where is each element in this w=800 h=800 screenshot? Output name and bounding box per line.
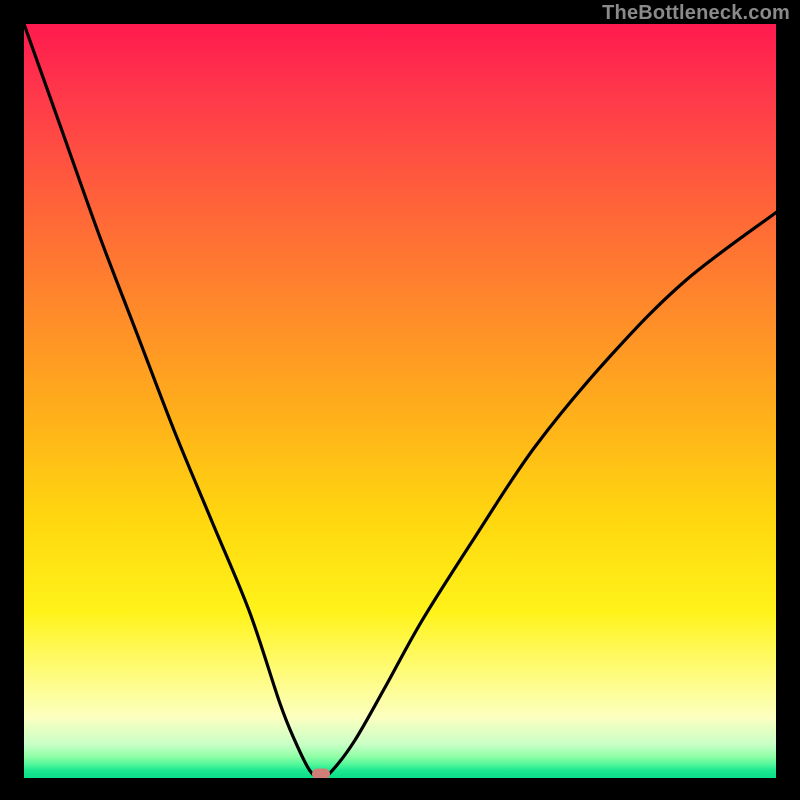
watermark-text: TheBottleneck.com xyxy=(602,2,790,25)
chart-frame: TheBottleneck.com xyxy=(0,0,800,800)
bottleneck-curve xyxy=(24,24,776,778)
plot-area xyxy=(24,24,776,778)
minimum-marker xyxy=(312,769,330,779)
